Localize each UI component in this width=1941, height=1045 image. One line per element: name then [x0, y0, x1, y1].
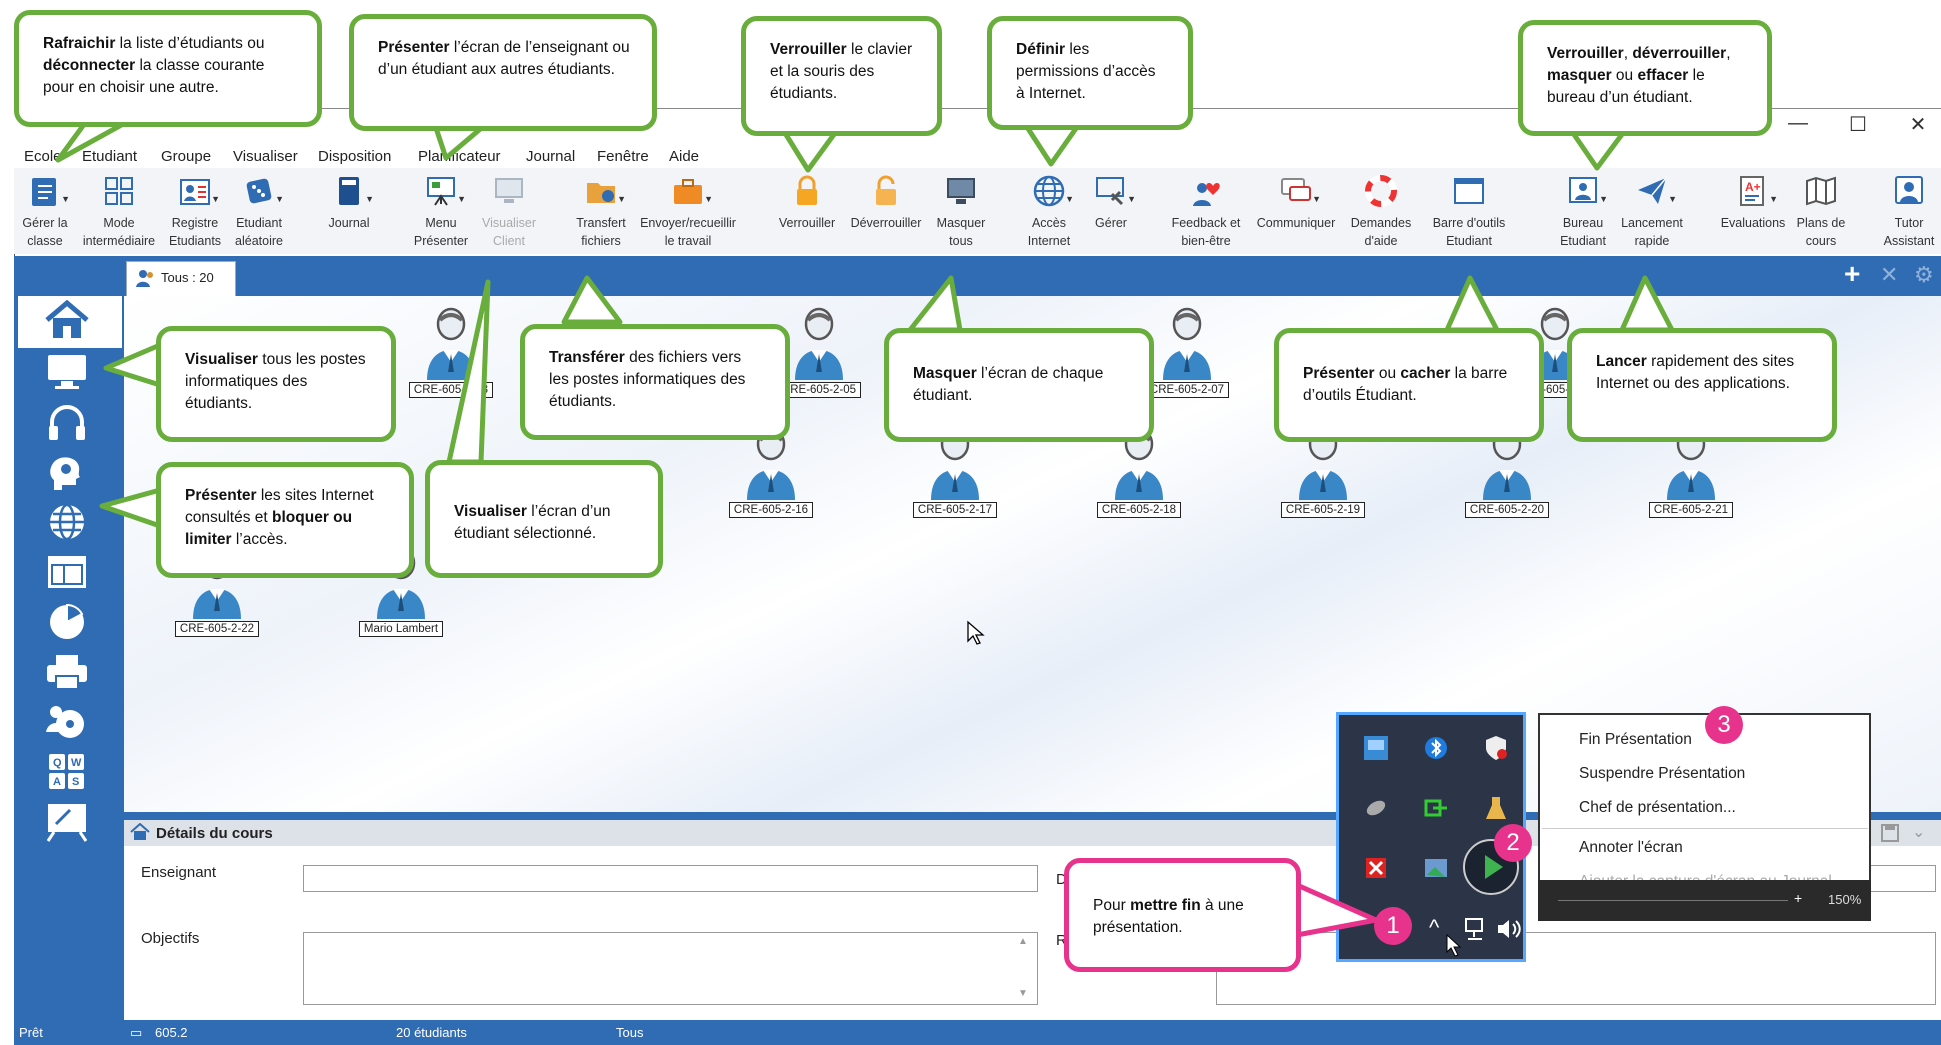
callout-refresh: Rafraichir la liste d’étudiants ou décon… — [14, 10, 322, 127]
callout-hide: Masquer l’écran de chaque étudiant. — [884, 328, 1154, 442]
callout-transfer: Transférer des fichiers vers les postes … — [520, 324, 790, 440]
callout-internet: Définir les permissions d’accès à Intern… — [987, 16, 1193, 130]
callout-view-one: Visualiser l’écran d’un étudiant sélecti… — [425, 460, 663, 578]
callout-websites: Présenter les sites Internet consultés e… — [156, 462, 414, 578]
callout-student-toolbar: Présenter ou cacher la barre d’outils Ét… — [1274, 328, 1544, 442]
callout-quick-launch: Lancer rapidement des sites Internet ou … — [1567, 328, 1837, 442]
callout-end-presentation: Pour mettre fin à une présentation. — [1064, 858, 1301, 972]
callout-desktop: Verrouiller, déverrouiller, masquer ou e… — [1518, 20, 1772, 136]
callout-view-all: Visualiser tous les postes informatiques… — [156, 326, 396, 442]
callout-present: Présenter l’écran de l’enseignant ou d’u… — [349, 14, 657, 131]
callout-lock: Verrouiller le clavier et la souris des … — [741, 16, 942, 136]
